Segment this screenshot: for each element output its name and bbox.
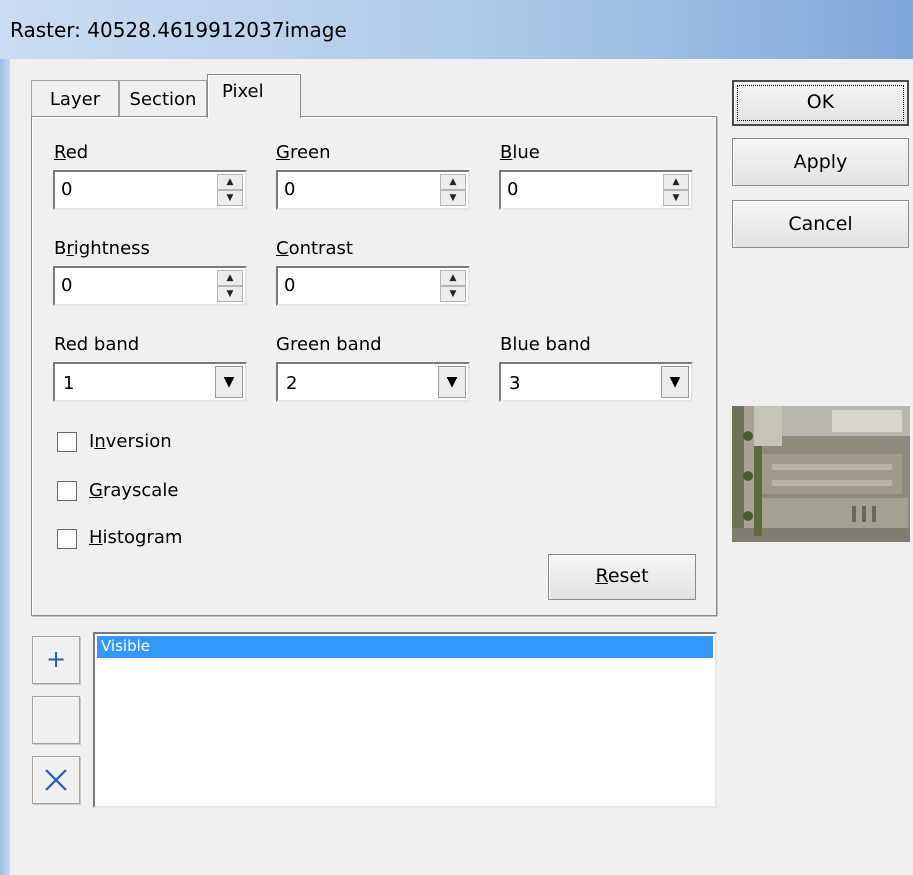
red-label: Red <box>54 142 89 163</box>
green-value: 0 <box>284 179 296 200</box>
apply-button[interactable]: Apply <box>732 138 909 186</box>
focus-rect <box>737 85 904 121</box>
brightness-value: 0 <box>61 275 73 296</box>
brightness-label: Brightness <box>54 238 150 259</box>
blank-button[interactable] <box>32 696 80 744</box>
grayscale-label: Grayscale <box>89 480 179 501</box>
raster-preview-image <box>732 406 910 542</box>
contrast-down-arrow-icon[interactable]: ▼ <box>440 286 466 302</box>
brightness-down-arrow-icon[interactable]: ▼ <box>217 286 243 302</box>
red-value: 0 <box>61 179 73 200</box>
blue-band-select[interactable]: 3 ▼ <box>499 362 693 402</box>
brightness-label-b: B <box>54 238 67 259</box>
green-spinner[interactable]: 0 ▲ ▼ <box>276 170 470 210</box>
tab-section[interactable]: Section <box>119 80 207 118</box>
add-button[interactable]: + <box>32 636 80 684</box>
tab-layer-label: Layer <box>49 89 101 110</box>
grayscale-checkbox[interactable] <box>57 481 77 501</box>
condition-list[interactable]: Visible <box>93 632 717 808</box>
green-label-rest: reen <box>289 142 331 163</box>
brightness-spinner[interactable]: 0 ▲ ▼ <box>53 266 247 306</box>
apply-label: Apply <box>793 151 848 173</box>
inversion-label-rest: version <box>105 431 172 452</box>
window-left-border <box>0 59 10 875</box>
blue-label-rest: lue <box>512 142 540 163</box>
delete-button[interactable] <box>32 756 80 804</box>
green-band-value: 2 <box>286 373 298 394</box>
tab-layer[interactable]: Layer <box>31 80 119 118</box>
red-band-select[interactable]: 1 ▼ <box>53 362 247 402</box>
window-title: Raster: 40528.4619912037image <box>10 18 347 42</box>
grayscale-label-rest: rayscale <box>102 480 179 501</box>
tab-pixel[interactable]: Pixel <box>207 74 301 118</box>
contrast-spinner[interactable]: 0 ▲ ▼ <box>276 266 470 306</box>
contrast-up-arrow-icon[interactable]: ▲ <box>440 270 466 286</box>
raster-dialog: Raster: 40528.4619912037image Layer Sect… <box>0 0 913 875</box>
histogram-label: Histogram <box>89 527 183 548</box>
brightness-up-arrow-icon[interactable]: ▲ <box>217 270 243 286</box>
contrast-label: Contrast <box>276 238 353 259</box>
x-icon <box>45 769 67 791</box>
plus-icon: + <box>45 645 67 673</box>
red-label-rest: ed <box>65 142 89 163</box>
brightness-label-rest: ightness <box>73 238 150 259</box>
tab-section-label: Section <box>129 89 197 110</box>
inversion-checkbox[interactable] <box>57 432 77 452</box>
red-up-arrow-icon[interactable]: ▲ <box>217 174 243 190</box>
chevron-down-icon[interactable]: ▼ <box>438 366 466 398</box>
cancel-button[interactable]: Cancel <box>732 200 909 248</box>
reset-button[interactable]: Reset <box>548 554 696 600</box>
inversion-label: Inversion <box>89 431 172 452</box>
chevron-down-icon[interactable]: ▼ <box>215 366 243 398</box>
green-label: Green <box>276 142 331 163</box>
histogram-checkbox[interactable] <box>57 529 77 549</box>
red-band-value: 1 <box>63 373 75 394</box>
red-down-arrow-icon[interactable]: ▼ <box>217 190 243 206</box>
red-band-label: Red band <box>54 334 140 355</box>
green-band-label: Green band <box>276 334 382 355</box>
tab-pixel-label: Pixel <box>222 81 264 102</box>
ok-button[interactable]: OK <box>732 80 909 126</box>
aerial-thumbnail-icon <box>732 406 910 542</box>
blue-up-arrow-icon[interactable]: ▲ <box>663 174 689 190</box>
red-spinner[interactable]: 0 ▲ ▼ <box>53 170 247 210</box>
blue-band-label: Blue band <box>500 334 591 355</box>
green-up-arrow-icon[interactable]: ▲ <box>440 174 466 190</box>
blue-value: 0 <box>507 179 519 200</box>
blue-down-arrow-icon[interactable]: ▼ <box>663 190 689 206</box>
green-band-select[interactable]: 2 ▼ <box>276 362 470 402</box>
blue-band-value: 3 <box>509 373 521 394</box>
histogram-label-rest: istogram <box>102 527 183 548</box>
chevron-down-icon[interactable]: ▼ <box>661 366 689 398</box>
contrast-label-rest: ontrast <box>288 238 353 259</box>
contrast-value: 0 <box>284 275 296 296</box>
title-bar[interactable]: Raster: 40528.4619912037image <box>0 0 913 59</box>
cancel-label: Cancel <box>788 213 853 235</box>
blue-spinner[interactable]: 0 ▲ ▼ <box>499 170 693 210</box>
reset-label-rest: eset <box>607 565 649 587</box>
green-down-arrow-icon[interactable]: ▼ <box>440 190 466 206</box>
blue-label: Blue <box>500 142 540 163</box>
list-item[interactable]: Visible <box>97 636 713 658</box>
